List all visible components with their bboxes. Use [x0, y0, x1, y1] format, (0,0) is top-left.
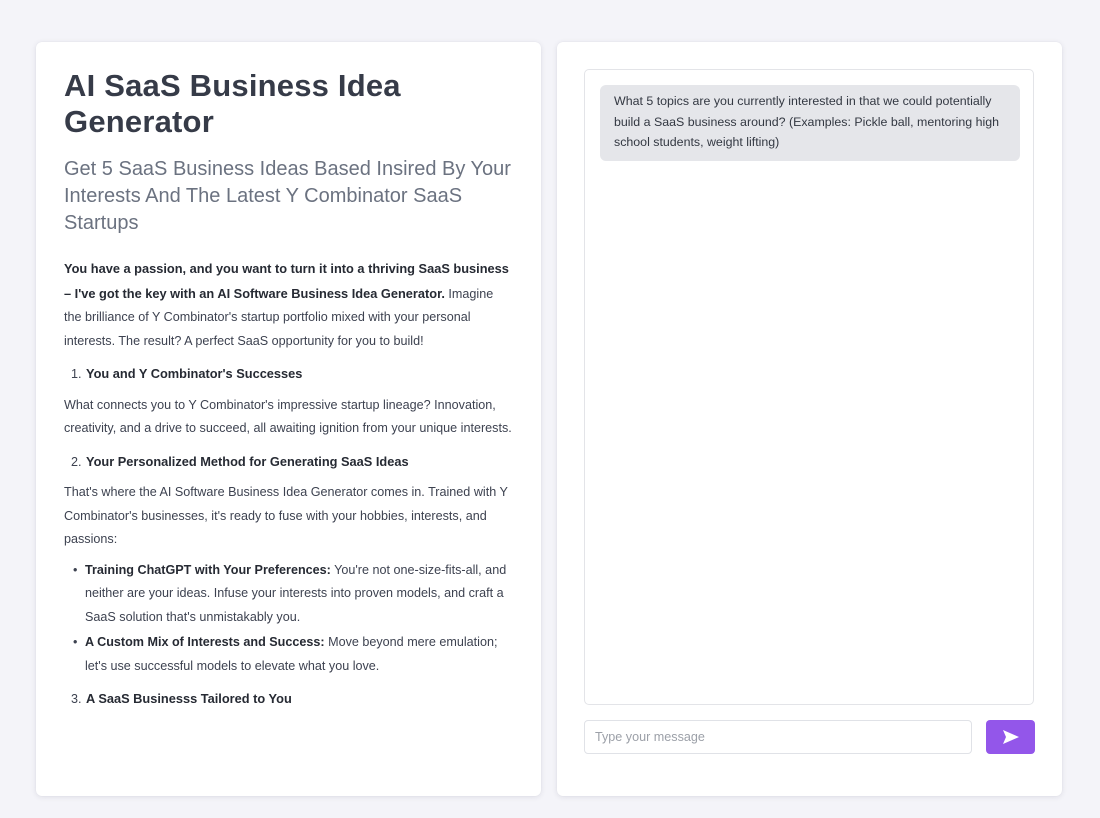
page: AI SaaS Business Idea Generator Get 5 Sa… [0, 0, 1100, 818]
assistant-message-bubble: What 5 topics are you currently interest… [600, 85, 1020, 161]
bullet-dot: • [73, 635, 78, 649]
section-heading-text: Your Personalized Method for Generating … [86, 453, 409, 469]
section-2-paragraph: That's where the AI Software Business Id… [64, 485, 508, 546]
section-number: 2. [71, 454, 82, 469]
chat-panel: What 5 topics are you currently interest… [557, 42, 1062, 796]
message-input[interactable] [584, 720, 972, 754]
section-heading-3: 3. A SaaS Businesss Tailored to You [64, 687, 513, 712]
bullet-dot: • [73, 562, 78, 577]
description-content: You have a passion, and you want to turn… [64, 257, 513, 712]
section-number: 1. [71, 367, 82, 381]
section-number: 3. [71, 692, 82, 706]
section-heading-text: You and Y Combinator's Successes [86, 366, 303, 381]
bullet-item: • Training ChatGPT with Your Preferences:… [64, 559, 513, 630]
bullet-bold-text: A Custom Mix of Interests and Success: [85, 635, 325, 649]
intro-bold-text: You have a passion, and you want to turn… [64, 261, 509, 301]
page-title: AI SaaS Business Idea Generator [64, 68, 401, 139]
page-subtitle: Get 5 SaaS Business Ideas Based Insired … [64, 158, 511, 234]
section-heading-text: A SaaS Businesss Tailored to You [86, 691, 292, 706]
send-button[interactable] [986, 720, 1035, 754]
bullet-bold-text: Training ChatGPT with Your Preferences: [85, 562, 331, 577]
section-heading-1: 1. You and Y Combinator's Successes [64, 362, 513, 387]
description-panel: AI SaaS Business Idea Generator Get 5 Sa… [36, 42, 541, 796]
bullet-item: • A Custom Mix of Interests and Success: … [64, 631, 513, 678]
feature-bullet-list: • Training ChatGPT with Your Preferences:… [64, 559, 513, 679]
send-arrow-icon [1002, 730, 1019, 744]
section-1-paragraph: What connects you to Y Combinator's impr… [64, 397, 512, 436]
section-heading-2: 2. Your Personalized Method for Generatin… [64, 450, 513, 475]
intro-paragraph: You have a passion, and you want to turn… [64, 257, 513, 353]
chat-messages-area[interactable]: What 5 topics are you currently interest… [584, 69, 1034, 705]
